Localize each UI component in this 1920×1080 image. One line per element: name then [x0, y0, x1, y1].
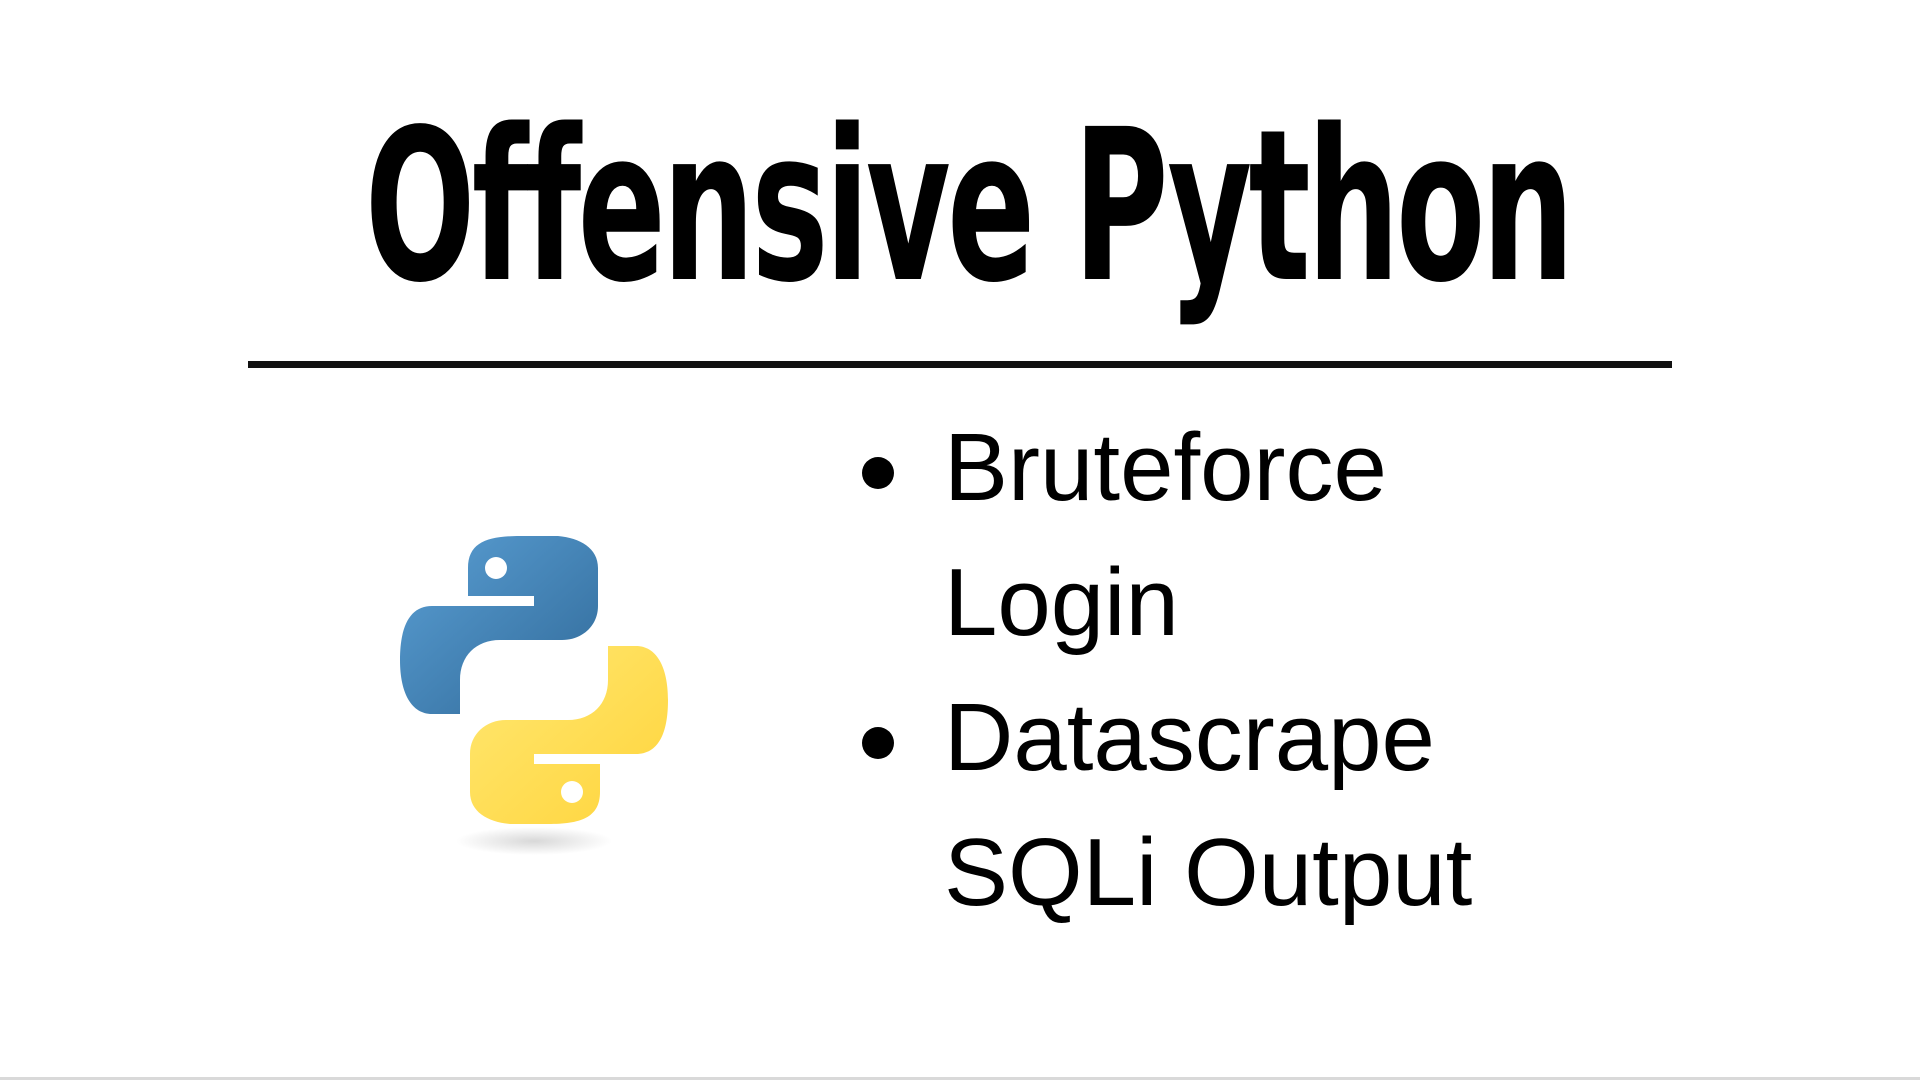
slide-title: Offensive Python [364, 84, 1575, 329]
bullet-line: Login [944, 549, 1179, 656]
bullet-line: Bruteforce [944, 414, 1387, 521]
title-divider [248, 361, 1672, 368]
bullet-line: SQLi Output [944, 819, 1473, 926]
bullet-dot-icon [862, 457, 894, 489]
bullet-list: Bruteforce Login Datascrape SQLi Output [862, 400, 1644, 940]
bullet-item: Bruteforce Login [862, 400, 1644, 670]
bullet-item: Datascrape SQLi Output [862, 670, 1644, 940]
bullet-dot-icon [862, 727, 894, 759]
slide: Offensive Python Bruteforce Login Datasc… [0, 0, 1920, 1080]
python-logo-icon [400, 536, 668, 855]
bullet-line: Datascrape [944, 684, 1435, 791]
